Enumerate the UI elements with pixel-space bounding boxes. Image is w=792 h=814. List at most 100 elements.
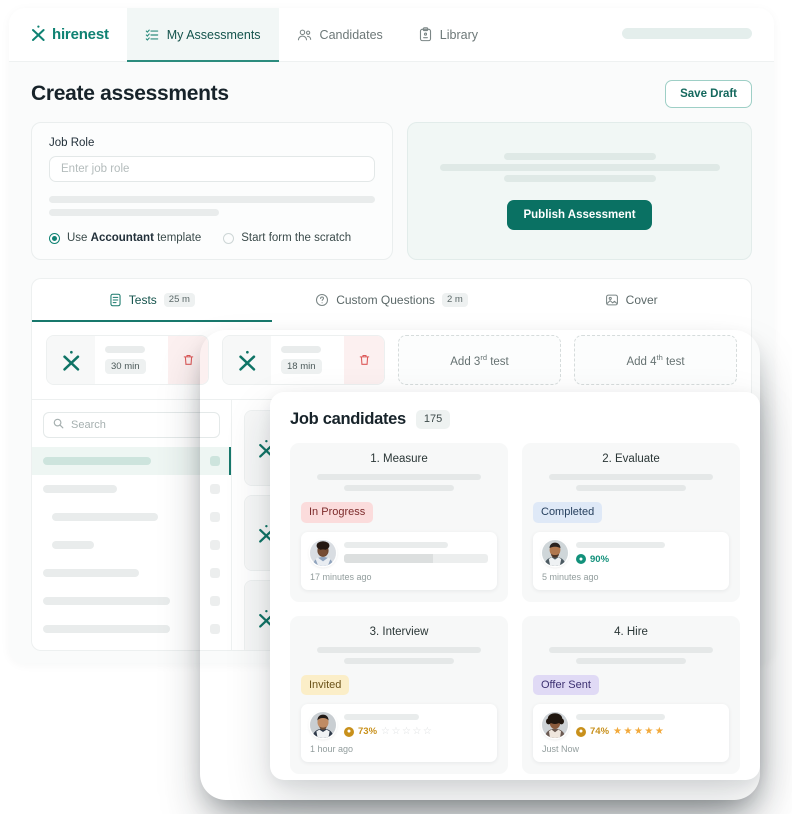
- radio-dot-icon: [49, 232, 60, 244]
- image-icon: [605, 293, 619, 307]
- nav-tab-candidates[interactable]: Candidates: [279, 8, 401, 61]
- stage-title: 2. Evaluate: [602, 453, 660, 465]
- score-value: 74%: [590, 726, 610, 738]
- search-placeholder: Search: [71, 419, 106, 431]
- radio-label-suffix: template: [153, 232, 202, 244]
- score-clock-icon: ●: [576, 554, 586, 565]
- stage-card-hire[interactable]: 4. Hire Offer Sent ● 74% ★ ★ ★ ★ ★ Just …: [522, 615, 740, 775]
- stage-skeleton-line-2: [576, 657, 686, 664]
- candidate-name-skeleton: [344, 541, 448, 548]
- candidate-card[interactable]: ● 74% ★ ★ ★ ★ ★ Just Now: [533, 704, 729, 763]
- star-icon: ☆: [412, 726, 422, 738]
- tab-label: Cover: [625, 293, 658, 307]
- progress-bar-fill: [344, 553, 434, 563]
- radio-use-template[interactable]: Use Accountant template: [49, 232, 201, 244]
- candidate-score-row: ● 73% ☆ ☆ ☆ ☆ ☆: [344, 726, 488, 737]
- list-check-icon: [145, 28, 159, 42]
- page-header: Create assessments Save Draft: [9, 62, 774, 118]
- stage-skeleton-line-1: [548, 474, 714, 480]
- search-icon: [53, 418, 64, 432]
- nav-tab-my-assessments[interactable]: My Assessments: [126, 8, 279, 62]
- candidate-row: ● 74% ★ ★ ★ ★ ★: [542, 712, 720, 739]
- candidate-score-row: ● 90%: [576, 554, 720, 565]
- job-role-input[interactable]: [49, 156, 375, 182]
- brand-label: hirenest: [52, 26, 109, 43]
- status-badge: Invited: [301, 674, 350, 696]
- tab-tests[interactable]: Tests 25 m: [32, 279, 272, 322]
- candidate-info: ● 73% ☆ ☆ ☆ ☆ ☆: [344, 712, 488, 737]
- candidate-card[interactable]: 17 minutes ago: [301, 531, 497, 590]
- candidate-name-skeleton: [344, 714, 419, 721]
- template-option-group: Use Accountant template Start form the s…: [49, 232, 375, 244]
- score-clock-icon: ●: [344, 726, 354, 737]
- stage-skeleton-line-2: [576, 485, 686, 491]
- stage-card-measure[interactable]: 1. Measure In Progress 17 minutes ago: [290, 443, 508, 602]
- tab-duration-chip: 2 m: [441, 293, 468, 307]
- star-icon: ★: [654, 726, 664, 738]
- progress-bar: [344, 553, 488, 563]
- nav-tab-label: My Assessments: [166, 27, 261, 42]
- stage-skeleton-line-2: [344, 657, 454, 664]
- tab-label: Tests: [128, 293, 157, 307]
- publish-assessment-button[interactable]: Publish Assessment: [507, 199, 652, 230]
- candidate-avatar-3: [310, 712, 336, 739]
- score-value: 90%: [590, 553, 610, 565]
- star-icon: ★: [644, 726, 654, 738]
- list-item-skeleton: [43, 597, 170, 605]
- publish-card: Publish Assessment: [407, 122, 752, 260]
- list-item-skeleton: [52, 541, 94, 549]
- brand-logo[interactable]: hirenest: [9, 8, 127, 61]
- radio-label-strong: Accountant: [90, 232, 154, 244]
- test-card[interactable]: 30 min: [46, 335, 209, 385]
- people-icon: [297, 28, 312, 42]
- list-item-skeleton: [43, 485, 117, 493]
- candidate-name-skeleton: [576, 541, 666, 548]
- candidate-card[interactable]: ● 73% ☆ ☆ ☆ ☆ ☆ 1 hour ago: [301, 704, 497, 763]
- score-value-group: ● 73%: [344, 726, 377, 737]
- section-tabs: Tests 25 m Custom Questions 2 m Cover: [31, 278, 752, 322]
- tests-icon: [109, 293, 122, 307]
- candidate-row: ● 90%: [542, 539, 720, 566]
- stage-skeleton-line-1: [548, 646, 714, 653]
- publish-skeleton-line-3: [503, 174, 656, 182]
- score-clock-icon: ●: [576, 726, 586, 737]
- candidate-avatar-1: [310, 539, 336, 566]
- candidate-name-skeleton: [576, 714, 666, 721]
- publish-skeleton-line-1: [503, 152, 656, 160]
- candidate-timestamp: Just Now: [542, 744, 580, 755]
- tab-duration-chip: 25 m: [163, 293, 195, 307]
- radio-label-prefix: Use: [67, 232, 91, 244]
- candidate-timestamp: 1 hour ago: [310, 744, 354, 755]
- star-rating[interactable]: ☆ ☆ ☆ ☆ ☆: [381, 726, 432, 737]
- tab-custom-questions[interactable]: Custom Questions 2 m: [272, 279, 512, 321]
- star-icon: ☆: [381, 726, 390, 738]
- stage-card-evaluate[interactable]: 2. Evaluate Completed ● 90% 5 minutes ag…: [522, 443, 740, 602]
- candidate-info: [344, 540, 488, 563]
- stage-skeleton-line-2: [344, 485, 454, 491]
- star-icon: ☆: [391, 726, 401, 738]
- stage-skeleton-line-1: [316, 646, 482, 653]
- stage-card-interview[interactable]: 3. Interview Invited ● 73% ☆ ☆ ☆ ☆ ☆ 1 h…: [290, 615, 508, 775]
- candidate-card[interactable]: ● 90% 5 minutes ago: [533, 531, 729, 590]
- status-badge: In Progress: [301, 502, 374, 523]
- status-badge: Offer Sent: [533, 674, 599, 696]
- test-card-body: 30 min: [95, 336, 168, 384]
- page-title: Create assessments: [31, 82, 229, 105]
- radio-start-from-scratch[interactable]: Start form the scratch: [223, 232, 351, 244]
- tab-cover[interactable]: Cover: [511, 279, 751, 321]
- candidate-score-row: ● 74% ★ ★ ★ ★ ★: [576, 726, 720, 737]
- candidate-info: ● 74% ★ ★ ★ ★ ★: [576, 712, 720, 737]
- star-icon: ★: [613, 726, 622, 738]
- list-item-skeleton: [43, 625, 170, 633]
- stage-title: 1. Measure: [370, 453, 428, 465]
- candidate-row: ● 73% ☆ ☆ ☆ ☆ ☆: [310, 712, 488, 739]
- nav-tab-label: Candidates: [319, 27, 383, 42]
- nav-tab-library[interactable]: Library: [401, 8, 496, 61]
- candidate-count-badge: 175: [415, 410, 451, 429]
- test-duration-badge: 30 min: [105, 358, 146, 375]
- stage-skeleton-line-1: [316, 474, 482, 480]
- star-rating[interactable]: ★ ★ ★ ★ ★: [613, 726, 664, 737]
- nav-tab-label: Library: [439, 27, 479, 42]
- save-draft-button[interactable]: Save Draft: [665, 80, 752, 108]
- search-input[interactable]: Search: [43, 412, 220, 438]
